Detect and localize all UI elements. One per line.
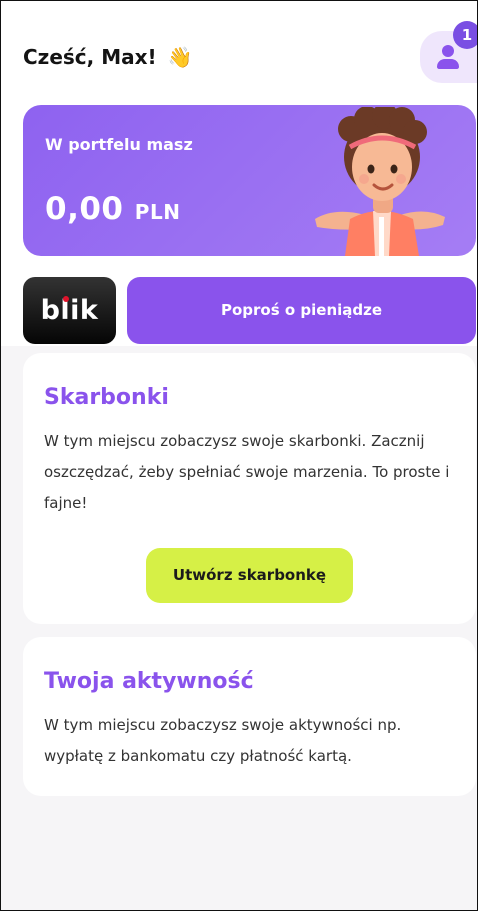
balance-value: 0,00 (45, 191, 124, 227)
user-icon-body (437, 59, 459, 69)
piggy-banks-card: Skarbonki W tym miejscu zobaczysz swoje … (23, 353, 476, 624)
create-piggy-bank-button[interactable]: Utwórz skarbonkę (146, 548, 353, 603)
user-icon (442, 45, 454, 57)
greeting-text: Cześć, Max! (23, 45, 157, 69)
notification-badge[interactable]: 1 (453, 21, 477, 49)
blik-dot-icon (63, 296, 69, 302)
request-money-button[interactable]: Poproś o pieniądze (127, 277, 476, 344)
waving-hand-icon: 👋 (167, 45, 193, 69)
activity-description: W tym miejscu zobaczysz swoje aktywności… (44, 716, 402, 765)
activity-title: Twoja aktywność (44, 669, 254, 694)
app-screen: Cześć, Max! 👋 1 W portfelu masz 0,00 PLN (0, 0, 478, 911)
piggy-banks-description: W tym miejscu zobaczysz swoje skarbonki.… (44, 432, 450, 512)
blik-button[interactable]: blik (23, 277, 116, 344)
piggy-banks-title: Skarbonki (44, 385, 169, 410)
wallet-amount: 0,00 PLN (45, 191, 180, 227)
wallet-balance-card: W portfelu masz 0,00 PLN (23, 105, 476, 256)
greeting-header: Cześć, Max! 👋 (23, 45, 193, 69)
wallet-label: W portfelu masz (45, 135, 193, 154)
blik-logo: blik (40, 295, 99, 326)
girl-avatar-illustration (315, 107, 445, 256)
activity-card: Twoja aktywność W tym miejscu zobaczysz … (23, 637, 476, 796)
currency-label: PLN (134, 200, 181, 224)
